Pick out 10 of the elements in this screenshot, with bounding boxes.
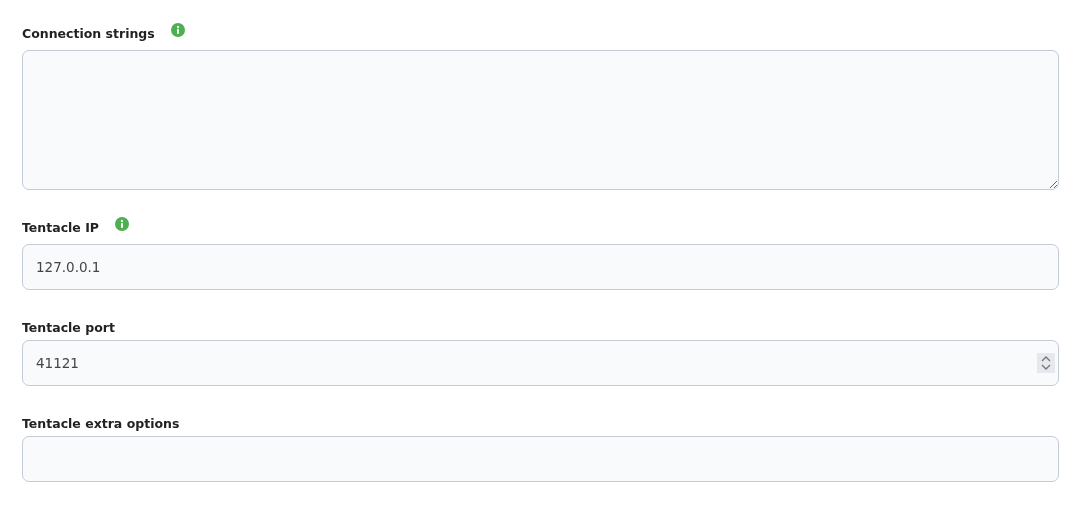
field-label: Connection strings bbox=[22, 25, 155, 41]
field-label: Tentacle IP bbox=[22, 219, 99, 235]
input-field[interactable] bbox=[22, 436, 1059, 482]
field-label: Tentacle extra options bbox=[22, 415, 180, 431]
field-label: Tentacle port bbox=[22, 319, 115, 335]
number-field[interactable]: 41121 bbox=[22, 340, 1059, 386]
spinner-icon[interactable] bbox=[1037, 353, 1055, 373]
info-icon[interactable] bbox=[170, 23, 185, 37]
input-field[interactable]: 127.0.0.1 bbox=[22, 244, 1059, 290]
info-icon[interactable] bbox=[115, 217, 129, 231]
